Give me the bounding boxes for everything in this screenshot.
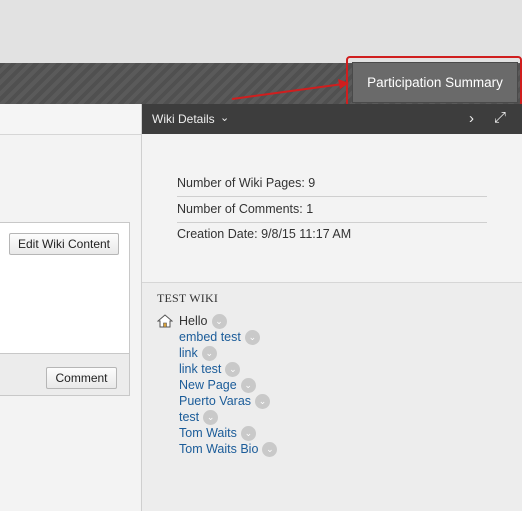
edit-wiki-content-button[interactable]: Edit Wiki Content: [9, 233, 119, 255]
tree-item[interactable]: embed test ⌄: [179, 329, 260, 345]
tree-item[interactable]: link test ⌄: [179, 361, 241, 377]
tree-home-label: Hello: [179, 314, 208, 328]
creation-date: Creation Date: 9/8/15 11:17 AM: [177, 227, 352, 241]
wiki-tree-title: TEST WIKI: [157, 291, 219, 305]
chevron-down-icon[interactable]: ⌄: [201, 345, 217, 361]
home-icon: [157, 314, 173, 328]
tree-item[interactable]: Tom Waits ⌄: [179, 425, 256, 441]
chevron-down-icon: ⌄: [220, 112, 230, 124]
comment-button[interactable]: Comment: [46, 367, 117, 389]
top-toolbar: [0, 0, 522, 64]
chevron-down-icon[interactable]: ⌄: [240, 425, 256, 441]
tree-item[interactable]: New Page ⌄: [179, 377, 256, 393]
tree-item[interactable]: test ⌄: [179, 409, 219, 425]
wiki-page-tree: TEST WIKI Hello ⌄ embed test ⌄ link ⌄ link…: [142, 283, 522, 511]
content-toolbar: [0, 104, 141, 135]
tree-item[interactable]: Puerto Varas ⌄: [179, 393, 271, 409]
participation-summary-button[interactable]: Participation Summary: [352, 62, 518, 103]
chevron-down-icon[interactable]: ⌄: [211, 313, 227, 329]
chevron-down-icon[interactable]: ⌄: [244, 329, 260, 345]
tree-item[interactable]: link ⌄: [179, 345, 217, 361]
tree-home-item[interactable]: Hello ⌄: [157, 313, 227, 329]
wiki-details-title[interactable]: Wiki Details ⌄: [152, 112, 229, 126]
chevron-down-icon[interactable]: ⌄: [203, 409, 219, 425]
chevron-down-icon[interactable]: ⌄: [255, 393, 271, 409]
chevron-down-icon[interactable]: ⌄: [225, 361, 241, 377]
wiki-details-panel: Number of Wiki Pages: 9 Number of Commen…: [142, 134, 522, 283]
tree-item[interactable]: Tom Waits Bio ⌄: [179, 441, 278, 457]
comments-count: Number of Comments: 1: [177, 202, 487, 223]
wiki-details-header: Wiki Details ⌄ › ⤢: [142, 104, 522, 134]
chevron-down-icon[interactable]: ⌄: [240, 377, 256, 393]
chevron-down-icon[interactable]: ⌄: [262, 441, 278, 457]
wiki-pages-count: Number of Wiki Pages: 9: [177, 176, 487, 197]
expand-icon[interactable]: ⤢: [494, 109, 506, 126]
chevron-right-icon[interactable]: ›: [469, 110, 474, 127]
